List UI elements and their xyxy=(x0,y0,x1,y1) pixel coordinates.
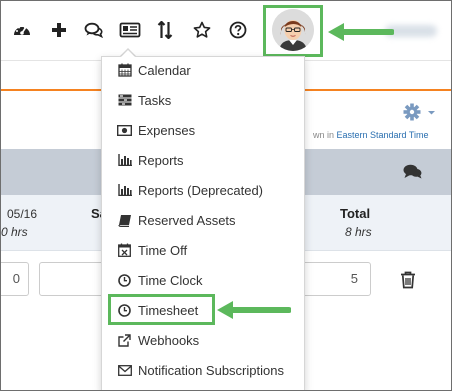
timesheet-callout-arrow xyxy=(217,301,291,319)
menu-item-calendar[interactable]: Calendar xyxy=(117,59,191,81)
clock-icon xyxy=(117,273,132,288)
sort-icon[interactable] xyxy=(154,19,176,41)
menu-item-webhooks[interactable]: Webhooks xyxy=(117,329,199,351)
money-icon xyxy=(117,123,132,138)
calendar-x-icon xyxy=(117,243,132,258)
timesheet-highlight-box xyxy=(108,294,215,325)
avatar-callout-arrow xyxy=(328,23,394,41)
menu-item-label: Webhooks xyxy=(138,332,200,348)
bar-chart-icon xyxy=(117,153,132,168)
trash-icon[interactable] xyxy=(400,271,416,294)
menu-item-reports-deprecated[interactable]: Reports (Deprecated) xyxy=(117,179,263,201)
help-icon[interactable] xyxy=(227,19,249,41)
menu-item-label: Tasks xyxy=(138,92,172,108)
expenses-card-icon[interactable] xyxy=(119,19,141,41)
menu-item-reports[interactable]: Reports xyxy=(117,149,184,171)
bar-chart-icon xyxy=(117,183,132,198)
settings-gear-icon[interactable] xyxy=(403,103,439,126)
menu-item-expenses[interactable]: Expenses xyxy=(117,119,195,141)
envelope-icon xyxy=(117,363,132,378)
comments-icon[interactable] xyxy=(402,163,424,186)
calendar-icon xyxy=(117,63,132,78)
day-date-label: 05/16 xyxy=(7,207,38,221)
plus-icon[interactable] xyxy=(48,19,70,41)
total-hours-label: 8 hrs xyxy=(345,225,372,239)
menu-item-label: Notification Subscriptions xyxy=(138,362,284,378)
screenshot-frame: wn in Eastern Standard Time 05/16 0 hrs … xyxy=(0,0,452,391)
avatar[interactable] xyxy=(272,9,314,51)
menu-item-tasks[interactable]: Tasks xyxy=(117,89,171,111)
tasks-icon xyxy=(117,93,132,108)
menu-caret-inner xyxy=(121,50,135,57)
avatar-icon xyxy=(272,9,314,51)
menu-item-time-clock[interactable]: Time Clock xyxy=(117,269,203,291)
total-label: Total xyxy=(340,206,371,221)
menu-item-label: Reports xyxy=(138,152,184,168)
menu-item-label: Reports (Deprecated) xyxy=(138,182,263,198)
menu-item-label: Time Clock xyxy=(138,272,203,288)
menu-item-label: Reserved Assets xyxy=(138,212,236,228)
timezone-note: wn in Eastern Standard Time xyxy=(313,130,429,140)
timezone-prefix: wn in xyxy=(313,130,337,140)
chat-icon[interactable] xyxy=(83,19,105,41)
dashboard-icon[interactable] xyxy=(11,19,33,41)
hours-input[interactable]: 0 xyxy=(1,262,29,296)
menu-item-label: Time Off xyxy=(138,242,188,258)
chevron-down-icon xyxy=(428,111,435,115)
menu-item-label: Expenses xyxy=(138,122,196,138)
external-link-icon xyxy=(117,333,132,348)
timezone-link[interactable]: Eastern Standard Time xyxy=(337,130,429,140)
day-hours-label: 0 hrs xyxy=(1,225,28,239)
star-icon[interactable] xyxy=(191,19,213,41)
avatar-highlight-box xyxy=(263,5,323,57)
menu-item-time-off[interactable]: Time Off xyxy=(117,239,187,261)
menu-item-reserved-assets[interactable]: Reserved Assets xyxy=(117,209,236,231)
book-icon xyxy=(117,213,132,228)
menu-item-label: Calendar xyxy=(138,62,191,78)
menu-item-notification-subscriptions[interactable]: Notification Subscriptions xyxy=(117,359,284,381)
